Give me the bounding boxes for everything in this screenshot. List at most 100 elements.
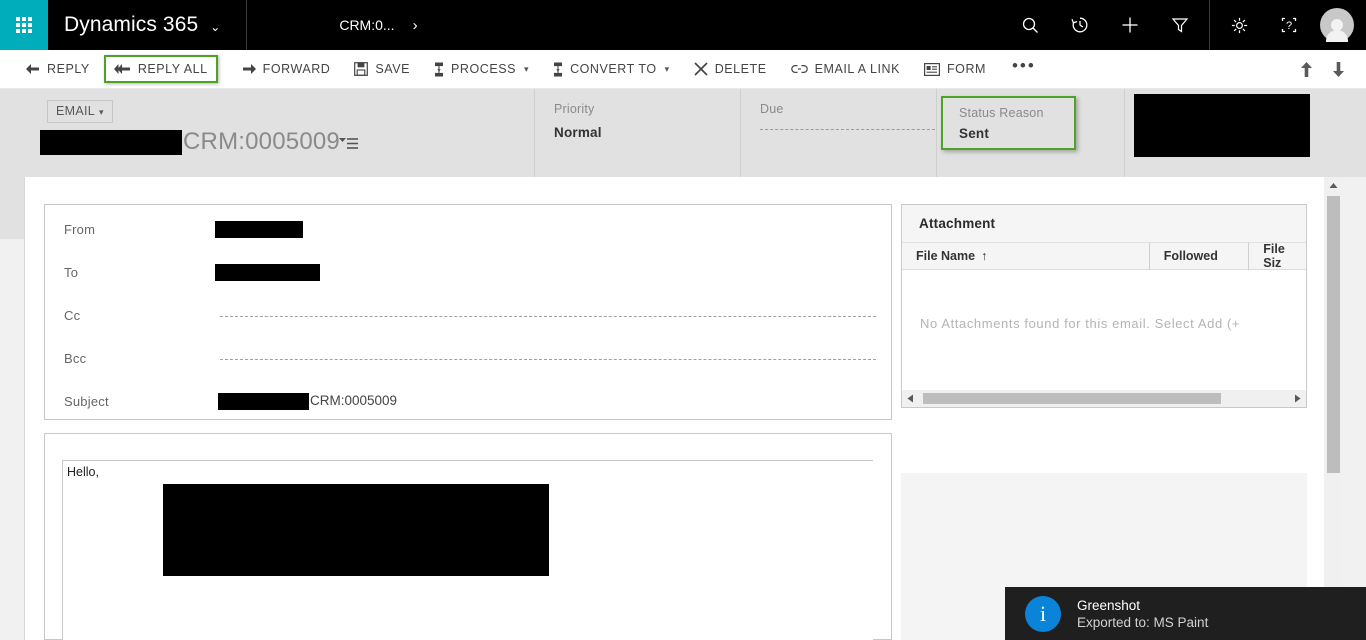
column-header-file-name[interactable]: File Name ↑ — [902, 243, 1149, 270]
column-header-file-size[interactable]: File Siz — [1248, 242, 1306, 270]
save-button[interactable]: SAVE — [354, 56, 410, 82]
due-empty-value — [760, 129, 935, 130]
process-icon — [434, 62, 444, 77]
header-field-priority[interactable]: Priority Normal — [534, 89, 740, 177]
topbar-actions: ? — [1005, 0, 1366, 50]
help-icon[interactable]: ? — [1264, 0, 1314, 50]
scroll-up-icon[interactable] — [1324, 177, 1342, 193]
greenshot-notification-toast[interactable]: i Greenshot Exported to: MS Paint — [1005, 587, 1366, 640]
chevron-down-icon[interactable]: ⌄ — [210, 20, 220, 34]
form-canvas: From To Cc Bcc Subject CRM:0005009 Hello… — [24, 177, 1342, 640]
delete-x-icon — [694, 62, 708, 76]
toast-message: Exported to: MS Paint — [1077, 614, 1209, 630]
record-navigation — [1290, 61, 1366, 78]
hscroll-thumb[interactable] — [923, 393, 1221, 404]
chevron-down-icon: ▾ — [524, 63, 530, 74]
view-selector-icon[interactable] — [339, 137, 359, 156]
header-field-due[interactable]: Due — [740, 89, 936, 177]
scroll-left-icon[interactable] — [902, 390, 919, 407]
status-badge: Sent — [959, 126, 990, 141]
column-header-followed[interactable]: Followed — [1148, 242, 1249, 270]
field-row-cc[interactable]: Cc — [45, 296, 891, 339]
from-label: From — [64, 222, 96, 237]
reply-all-arrow-icon — [113, 63, 131, 75]
reply-button[interactable]: REPLY — [26, 56, 90, 82]
file-name-label: File Name — [916, 249, 976, 263]
reply-all-button[interactable]: REPLY ALL — [103, 55, 218, 83]
email-body-greeting: Hello, — [67, 465, 99, 479]
attachment-panel: Attachment File Name ↑ Followed File Siz… — [901, 204, 1307, 408]
svg-text:?: ? — [1286, 20, 1292, 32]
email-body-editor[interactable]: Hello, — [62, 460, 873, 640]
scroll-right-icon[interactable] — [1289, 390, 1306, 407]
followed-label: Followed — [1163, 249, 1218, 263]
user-avatar[interactable] — [1320, 8, 1354, 42]
delete-label: DELETE — [714, 62, 767, 76]
subject-value: CRM:0005009 — [310, 393, 398, 408]
forward-arrow-icon — [242, 63, 256, 75]
delete-button[interactable]: DELETE — [694, 56, 767, 82]
email-fields-card: From To Cc Bcc Subject CRM:0005009 — [44, 204, 892, 420]
convert-to-button[interactable]: CONVERT TO ▾ — [553, 56, 670, 82]
attachment-grid-header: File Name ↑ Followed File Siz — [902, 242, 1306, 270]
right-edge-filler — [1342, 177, 1366, 640]
command-overflow-button[interactable]: ••• — [1012, 56, 1036, 76]
status-reason-field-highlighted[interactable]: Status Reason Sent — [941, 96, 1076, 150]
brand-title[interactable]: Dynamics 365 — [64, 13, 198, 37]
priority-value: Normal — [554, 125, 602, 140]
entity-type-selector[interactable]: EMAIL ▾ — [47, 100, 113, 123]
search-icon[interactable] — [1005, 0, 1055, 50]
hscroll-track[interactable] — [919, 390, 1289, 407]
redacted-block-header-field — [1134, 94, 1310, 157]
chevron-down-icon: ▾ — [99, 107, 104, 117]
bcc-empty-value — [220, 359, 876, 360]
due-label: Due — [760, 102, 784, 116]
header-fields: Priority Normal Due — [534, 89, 936, 177]
email-body-card: Hello, — [44, 433, 892, 640]
quick-create-icon[interactable] — [1105, 0, 1155, 50]
process-label: PROCESS — [451, 62, 516, 76]
attachment-empty-message: No Attachments found for this email. Sel… — [920, 316, 1241, 331]
app-launcher-waffle-icon[interactable] — [0, 0, 48, 50]
sort-ascending-icon: ↑ — [981, 249, 988, 263]
forward-button[interactable]: FORWARD — [242, 56, 331, 82]
waffle-grid-glyph — [16, 17, 32, 33]
form-button[interactable]: FORM — [923, 56, 986, 82]
page-vertical-scrollbar[interactable] — [1324, 177, 1342, 640]
form-body-area: From To Cc Bcc Subject CRM:0005009 Hello… — [0, 177, 1366, 640]
entity-type-label: EMAIL — [56, 104, 96, 118]
cc-empty-value — [220, 316, 876, 317]
vscroll-thumb[interactable] — [1327, 196, 1340, 473]
field-row-from[interactable]: From — [45, 210, 891, 253]
top-navigation-bar: Dynamics 365 ⌄ CRM:0... › ? — [0, 0, 1366, 50]
priority-label: Priority — [554, 102, 595, 116]
left-gutter-band — [0, 177, 24, 239]
dynamics365-email-record-page: Dynamics 365 ⌄ CRM:0... › ? REPLY REPLY … — [0, 0, 1366, 640]
attachment-horizontal-scrollbar[interactable] — [902, 390, 1306, 407]
field-row-to[interactable]: To — [45, 253, 891, 296]
field-row-subject[interactable]: Subject CRM:0005009 — [45, 382, 891, 425]
email-a-link-button[interactable]: EMAIL A LINK — [790, 56, 900, 82]
redacted-value-from — [215, 221, 303, 238]
advanced-filter-icon[interactable] — [1155, 0, 1205, 50]
toast-app-name: Greenshot — [1077, 597, 1141, 613]
chevron-down-icon: ▾ — [664, 63, 670, 74]
link-icon — [790, 64, 808, 74]
attachment-panel-title: Attachment — [902, 205, 1306, 243]
toast-text-block: Greenshot Exported to: MS Paint — [1077, 598, 1208, 630]
command-bar: REPLY REPLY ALL FORWARD SAVE PROCESS ▾ C… — [0, 50, 1366, 89]
redacted-block-email-body — [163, 484, 549, 576]
redacted-value-to — [215, 264, 320, 281]
reply-all-label: REPLY ALL — [137, 62, 208, 76]
file-size-label: File Siz — [1263, 242, 1285, 270]
forward-label: FORWARD — [262, 62, 331, 76]
breadcrumb[interactable]: CRM:0... — [339, 17, 394, 33]
process-button[interactable]: PROCESS ▾ — [434, 56, 529, 82]
gear-icon[interactable] — [1214, 0, 1264, 50]
subject-label: Subject — [64, 394, 109, 409]
field-row-bcc[interactable]: Bcc — [45, 339, 891, 382]
breadcrumb-chevron-right-icon[interactable]: › — [413, 17, 418, 34]
recent-history-icon[interactable] — [1055, 0, 1105, 50]
next-record-icon[interactable] — [1322, 61, 1354, 78]
previous-record-icon[interactable] — [1290, 61, 1322, 78]
